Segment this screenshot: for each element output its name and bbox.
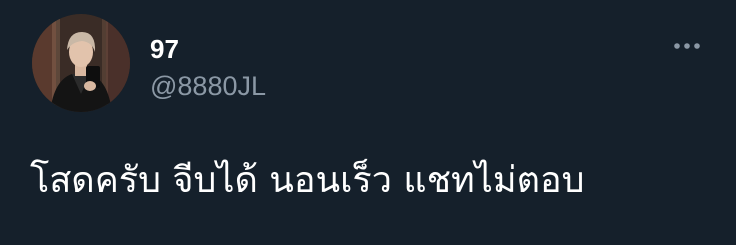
avatar-image	[32, 14, 130, 112]
tweet-text: โสดครับ จีบได้ นอนเร็ว แชทไม่ตอบ	[30, 160, 585, 201]
more-horizontal-icon	[668, 34, 706, 58]
display-name[interactable]: 97	[150, 34, 179, 64]
avatar[interactable]	[32, 14, 130, 112]
tweet-card: 97 @8880JL โสดครับ จีบได้ นอนเร็ว แชทไม่…	[0, 0, 736, 245]
user-handle[interactable]: @8880JL	[150, 70, 266, 102]
more-options-button[interactable]	[668, 34, 706, 58]
